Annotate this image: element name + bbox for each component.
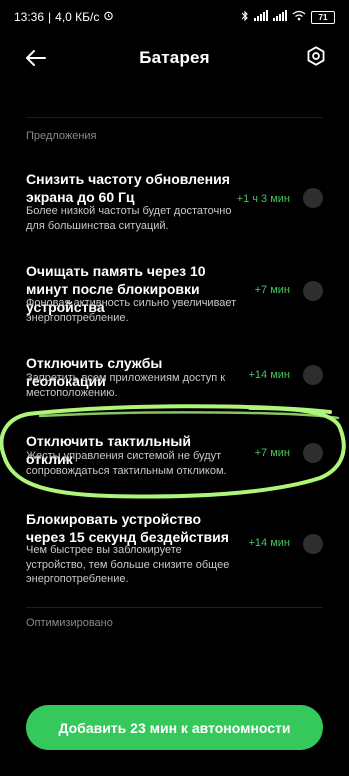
- suggestion-description: Более низкой частоты будет достаточно дл…: [26, 205, 232, 232]
- settings-button[interactable]: [305, 45, 329, 69]
- suggestion-gain: +7 мин: [254, 284, 290, 296]
- suggestion-description: Фоновая активность сильно увеличивает эн…: [26, 297, 237, 324]
- divider: [26, 117, 323, 118]
- signal-icon: [273, 10, 287, 24]
- status-time: 13:36: [14, 10, 45, 24]
- bluetooth-icon: [241, 10, 249, 25]
- arrow-left-icon: [26, 50, 46, 66]
- suggestion-toggle[interactable]: [303, 365, 323, 385]
- suggestion-toggle[interactable]: [303, 188, 323, 208]
- suggestion-title: Блокировать устройство через 15 секунд б…: [26, 511, 229, 545]
- status-network-speed: 4,0 КБ/с: [55, 10, 100, 24]
- signal-icon: [254, 10, 268, 24]
- divider: [26, 607, 323, 608]
- battery-icon: 71: [311, 10, 335, 24]
- status-bar: 13:36 | 4,0 КБ/с 71: [0, 0, 349, 34]
- suggestion-toggle[interactable]: [303, 281, 323, 301]
- section-label-optimized: Оптимизировано: [26, 617, 113, 629]
- suggestion-gain: +1 ч 3 мин: [236, 193, 290, 205]
- wifi-icon: [292, 10, 306, 24]
- suggestion-item-lock-timeout[interactable]: Блокировать устройство через 15 секунд б…: [0, 508, 349, 585]
- suggestion-gain: +7 мин: [254, 447, 290, 459]
- suggestion-description: Жесты управления системой не будут сопро…: [26, 450, 227, 477]
- back-button[interactable]: [24, 46, 52, 70]
- hexagon-settings-icon: [307, 46, 325, 66]
- add-battery-time-button[interactable]: Добавить 23 мин к автономности: [26, 705, 323, 750]
- section-label-suggestions: Предложения: [26, 130, 97, 142]
- suggestion-item-haptics[interactable]: Отключить тактильный отклик Жесты управл…: [0, 429, 349, 479]
- suggestion-toggle[interactable]: [303, 534, 323, 554]
- suggestion-description: Чем быстрее вы заблокируете устройство, …: [26, 544, 230, 585]
- suggestion-item-location[interactable]: Отключить службы геолокации Запретить вс…: [0, 351, 349, 401]
- app-header: Батарея: [0, 36, 349, 80]
- suggestion-title: Снизить частоту обновления экрана до 60 …: [26, 171, 230, 205]
- suggestion-item-refresh-rate[interactable]: Снизить частоту обновления экрана до 60 …: [0, 166, 349, 236]
- alarm-icon: [103, 10, 114, 24]
- suggestion-gain: +14 мин: [248, 369, 291, 381]
- status-right: 71: [241, 10, 335, 25]
- suggestion-description: Запретить всем приложениям доступ к мест…: [26, 372, 226, 399]
- suggestion-item-clear-memory[interactable]: Очищать память через 10 минут после блок…: [0, 259, 349, 329]
- status-separator: |: [48, 10, 52, 24]
- suggestion-toggle[interactable]: [303, 443, 323, 463]
- suggestion-gain: +14 мин: [248, 537, 291, 549]
- status-left: 13:36 | 4,0 КБ/с: [14, 10, 114, 24]
- page-title: Батарея: [139, 48, 210, 67]
